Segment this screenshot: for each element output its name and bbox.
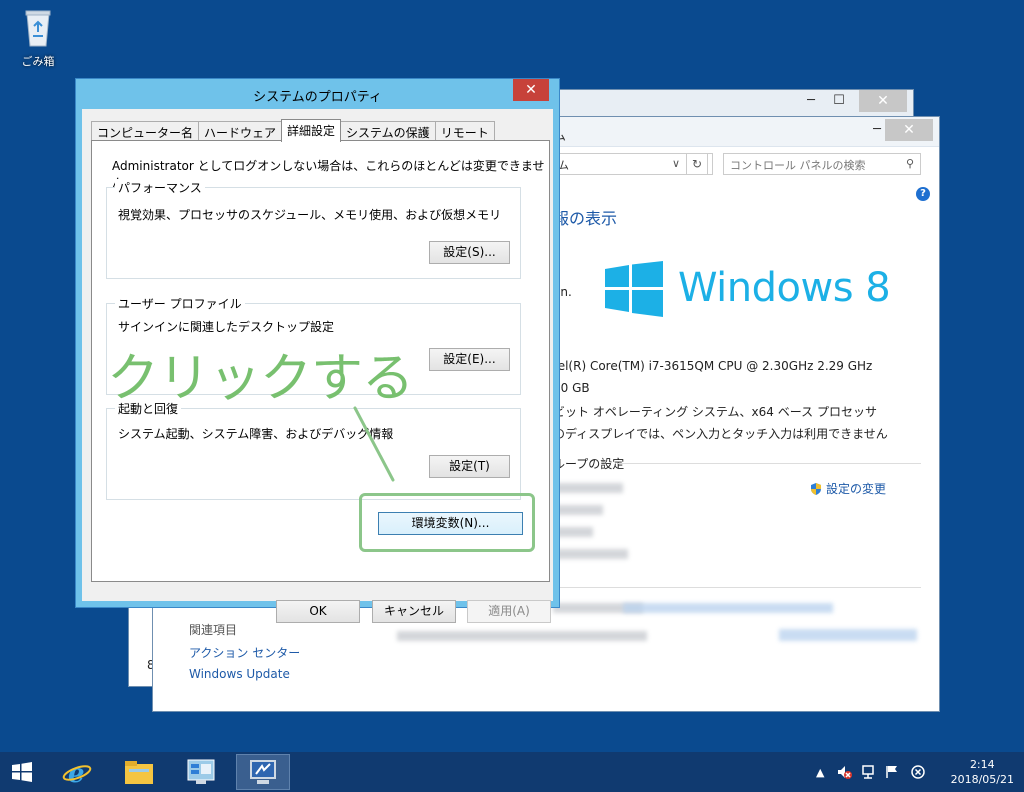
section-divider <box>618 463 921 464</box>
tab-hardware[interactable]: ハードウェア <box>198 121 283 141</box>
redacted-text <box>553 549 628 559</box>
redacted-link <box>779 629 917 641</box>
processor-value: tel(R) Core(TM) i7-3615QM CPU @ 2.30GHz … <box>553 359 873 373</box>
speaker-muted-icon[interactable] <box>836 752 852 792</box>
speaker-icon <box>838 766 852 779</box>
taskbar-internet-explorer[interactable]: e <box>50 754 104 790</box>
performance-title: パフォーマンス <box>115 179 205 196</box>
tab-advanced[interactable]: 詳細設定 <box>281 119 342 142</box>
apply-button[interactable]: 適用(A) <box>467 600 551 623</box>
related-link-windows-update[interactable]: Windows Update <box>189 667 290 681</box>
uac-shield-icon <box>811 482 821 495</box>
clock-time: 2:14 <box>969 758 995 771</box>
taskbar-file-explorer[interactable] <box>112 754 166 790</box>
related-link-action-center[interactable]: アクション センター <box>189 644 300 661</box>
performance-group: パフォーマンス 視覚効果、プロセッサのスケジュール、メモリ使用、および仮想メモリ… <box>106 179 521 279</box>
user-profile-title: ユーザー プロファイル <box>115 295 245 312</box>
close-icon[interactable]: ✕ <box>859 90 907 112</box>
system-type-value: ビット オペレーティング システム、x64 ベース プロセッサ <box>553 405 877 419</box>
tab-system-protection[interactable]: システムの保護 <box>340 121 436 141</box>
search-placeholder: コントロール パネルの検索 <box>730 159 866 172</box>
circle-x-icon <box>911 765 925 779</box>
tray-overflow-icon[interactable]: ▲ <box>816 752 824 792</box>
taskbar-server-manager[interactable] <box>174 754 228 790</box>
internet-explorer-icon: e <box>62 759 92 787</box>
user-profile-description: サインインに関連したデスクトップ設定 <box>118 320 335 334</box>
help-icon[interactable]: ? <box>916 187 930 201</box>
recycle-bin-icon <box>25 10 51 47</box>
performance-settings-button[interactable]: 設定(S)... <box>429 241 510 264</box>
refresh-icon[interactable]: ↻ <box>686 153 708 175</box>
startup-recovery-group: 起動と回復 システム起動、システム障害、およびデバッグ情報 設定(T) <box>106 400 521 500</box>
tab-remote[interactable]: リモート <box>434 121 495 141</box>
redacted-link <box>623 603 833 613</box>
page-heading-fragment: 報の表示 <box>553 209 618 228</box>
search-icon: ⚲ <box>905 157 914 170</box>
redacted-text <box>553 505 603 515</box>
clock-date: 2018/05/21 <box>950 773 1014 786</box>
workgroup-section-title: ループの設定 <box>553 457 625 471</box>
redacted-text <box>553 483 623 493</box>
system-clock[interactable]: 2:14 2018/05/21 <box>951 757 1014 787</box>
chevron-down-icon[interactable]: ∨ <box>666 153 686 175</box>
maximize-icon[interactable]: ☐ <box>825 90 853 112</box>
windows-logo-icon <box>605 261 663 317</box>
network-wired-icon <box>862 765 874 779</box>
search-input[interactable]: コントロール パネルの検索 ⚲ <box>723 153 921 175</box>
recycle-bin-desktop-icon[interactable]: ごみ箱 <box>14 8 62 69</box>
start-button[interactable] <box>0 754 44 790</box>
performance-description: 視覚効果、プロセッサのスケジュール、メモリ使用、および仮想メモリ <box>118 208 502 222</box>
dialog-title: システムのプロパティ <box>253 90 382 105</box>
pen-touch-value: のディスプレイでは、ペン入力とタッチ入力は利用できません <box>553 427 888 441</box>
startup-recovery-description: システム起動、システム障害、およびデバッグ情報 <box>118 427 394 441</box>
cancel-button[interactable]: キャンセル <box>372 600 456 623</box>
annotation-highlight-box <box>359 493 535 552</box>
change-settings-label: 設定の変更 <box>826 482 887 496</box>
dialog-title-bar[interactable]: システムのプロパティ ✕ <box>76 79 559 109</box>
redacted-text <box>397 631 647 641</box>
windows-start-icon <box>12 762 32 782</box>
action-center-flag-icon[interactable] <box>884 752 900 792</box>
related-heading: 関連項目 <box>189 623 238 637</box>
recycle-bin-label: ごみ箱 <box>21 55 55 68</box>
flag-icon <box>886 766 897 778</box>
server-manager-icon <box>187 759 215 784</box>
network-icon[interactable] <box>860 752 876 792</box>
windows-8-wordmark: Windows 8 <box>678 265 891 311</box>
click-annotation-text: クリックする <box>107 349 414 409</box>
close-icon[interactable]: ✕ <box>513 79 549 101</box>
svg-text:e: e <box>68 759 85 787</box>
user-profile-settings-button[interactable]: 設定(E)... <box>429 348 510 371</box>
close-icon[interactable]: ✕ <box>885 119 933 141</box>
tab-computer-name[interactable]: コンピューター名 <box>91 121 200 141</box>
system-control-panel-icon <box>250 760 276 784</box>
section-divider <box>553 587 921 588</box>
notification-close-icon[interactable] <box>910 752 926 792</box>
tab-strip: コンピューター名 ハードウェア 詳細設定 システムの保護 リモート <box>91 119 495 142</box>
minimize-icon[interactable]: ─ <box>797 90 825 112</box>
startup-recovery-settings-button[interactable]: 設定(T) <box>429 455 510 478</box>
taskbar-control-panel[interactable] <box>236 754 290 790</box>
ok-button[interactable]: OK <box>276 600 360 623</box>
folder-icon <box>125 761 153 784</box>
taskbar: e ▲ 2:14 2018/05/21 <box>0 752 1024 792</box>
change-settings-link[interactable]: 設定の変更 <box>809 480 886 497</box>
